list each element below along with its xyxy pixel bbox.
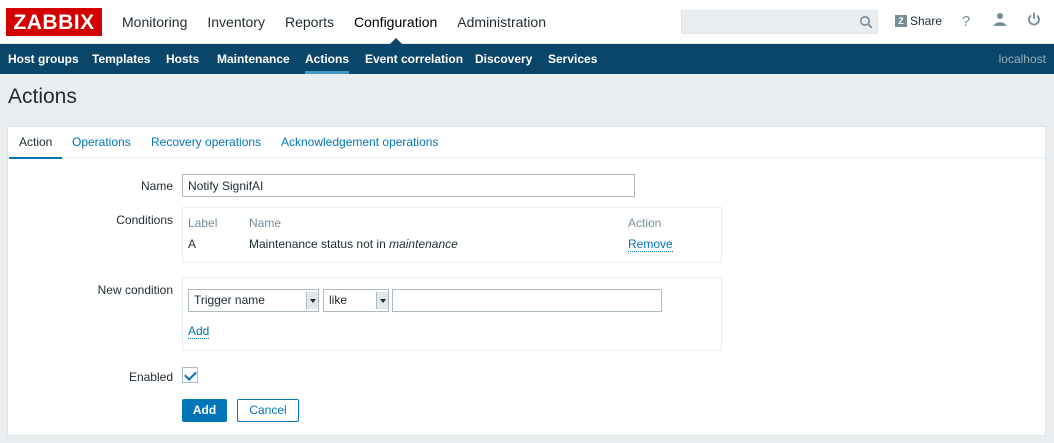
server-name: localhost (998, 52, 1046, 66)
search-box (681, 10, 878, 34)
enabled-checkbox[interactable] (182, 367, 198, 383)
submenu-host-groups[interactable]: Host groups (8, 44, 79, 74)
logo-text: ZABBIX (13, 10, 95, 34)
search-icon[interactable] (859, 15, 873, 29)
submenu-services[interactable]: Services (548, 44, 597, 74)
name-label: Name (140, 179, 173, 193)
condition-operator-select[interactable]: like (323, 289, 389, 312)
add-button[interactable]: Add (182, 399, 227, 422)
conditions-header-action: Action (628, 216, 662, 230)
add-condition-link[interactable]: Add (188, 324, 210, 339)
condition-row-label: A (188, 237, 197, 251)
zabbix-logo[interactable]: ZABBIX (6, 8, 102, 36)
menu-configuration[interactable]: Configuration (344, 0, 447, 45)
submenu-maintenance[interactable]: Maintenance (217, 44, 290, 74)
power-icon (1028, 12, 1040, 26)
submenu-templates[interactable]: Templates (92, 44, 150, 74)
cancel-button[interactable]: Cancel (237, 399, 299, 422)
tab-operations[interactable]: Operations (72, 127, 131, 158)
condition-row-name: Maintenance status not in maintenance (249, 237, 458, 251)
menu-reports[interactable]: Reports (275, 0, 344, 44)
condition-name-prefix: Maintenance status not in (249, 237, 390, 251)
user-profile-icon[interactable] (991, 12, 1009, 32)
new-condition-box: Trigger name like Add (182, 277, 722, 351)
enabled-label: Enabled (128, 370, 173, 384)
remove-condition-link[interactable]: Remove (628, 237, 673, 252)
submenu-discovery[interactable]: Discovery (475, 44, 532, 74)
condition-value-input[interactable] (392, 289, 662, 312)
condition-operator-value: like (329, 293, 348, 307)
conditions-header-name: Name (249, 216, 282, 230)
main-menu: Monitoring Inventory Reports Configurati… (112, 0, 556, 45)
sign-out-icon[interactable] (1025, 12, 1043, 32)
user-icon (994, 13, 1006, 26)
page-title: Actions (8, 85, 77, 108)
search-input[interactable] (682, 11, 852, 33)
menu-administration[interactable]: Administration (447, 0, 556, 44)
condition-type-value: Trigger name (194, 293, 265, 307)
conditions-label: Conditions (116, 213, 173, 227)
share-label: Share (910, 14, 943, 28)
menu-monitoring[interactable]: Monitoring (112, 0, 197, 44)
submenu-hosts[interactable]: Hosts (166, 44, 199, 74)
conditions-table: Label Name Action A Maintenance status n… (182, 207, 722, 263)
tab-acknowledgement-operations[interactable]: Acknowledgement operations (281, 127, 438, 158)
help-icon[interactable]: ? (957, 12, 975, 32)
menu-inventory[interactable]: Inventory (197, 0, 275, 44)
submenu-actions[interactable]: Actions (305, 44, 350, 74)
name-field[interactable] (182, 174, 635, 197)
share-link[interactable]: Z Share (895, 14, 942, 28)
action-form-panel: Action Operations Recovery operations Ac… (7, 126, 1046, 436)
tab-recovery-operations[interactable]: Recovery operations (151, 127, 261, 158)
tab-action[interactable]: Action (8, 127, 63, 159)
conditions-header-label: Label (188, 216, 218, 230)
condition-name-value: maintenance (389, 237, 458, 251)
chevron-down-icon (376, 292, 388, 309)
form-tabs: Action Operations Recovery operations Ac… (8, 127, 1045, 159)
new-condition-label: New condition (97, 283, 173, 297)
submenu-event-correlation[interactable]: Event correlation (365, 44, 463, 74)
sub-menu: Host groups Templates Hosts Maintenance … (0, 44, 1054, 74)
top-bar: ZABBIX Monitoring Inventory Reports Conf… (0, 0, 1054, 45)
condition-type-select[interactable]: Trigger name (188, 289, 319, 312)
chevron-down-icon (306, 292, 318, 309)
share-icon: Z (895, 15, 907, 27)
